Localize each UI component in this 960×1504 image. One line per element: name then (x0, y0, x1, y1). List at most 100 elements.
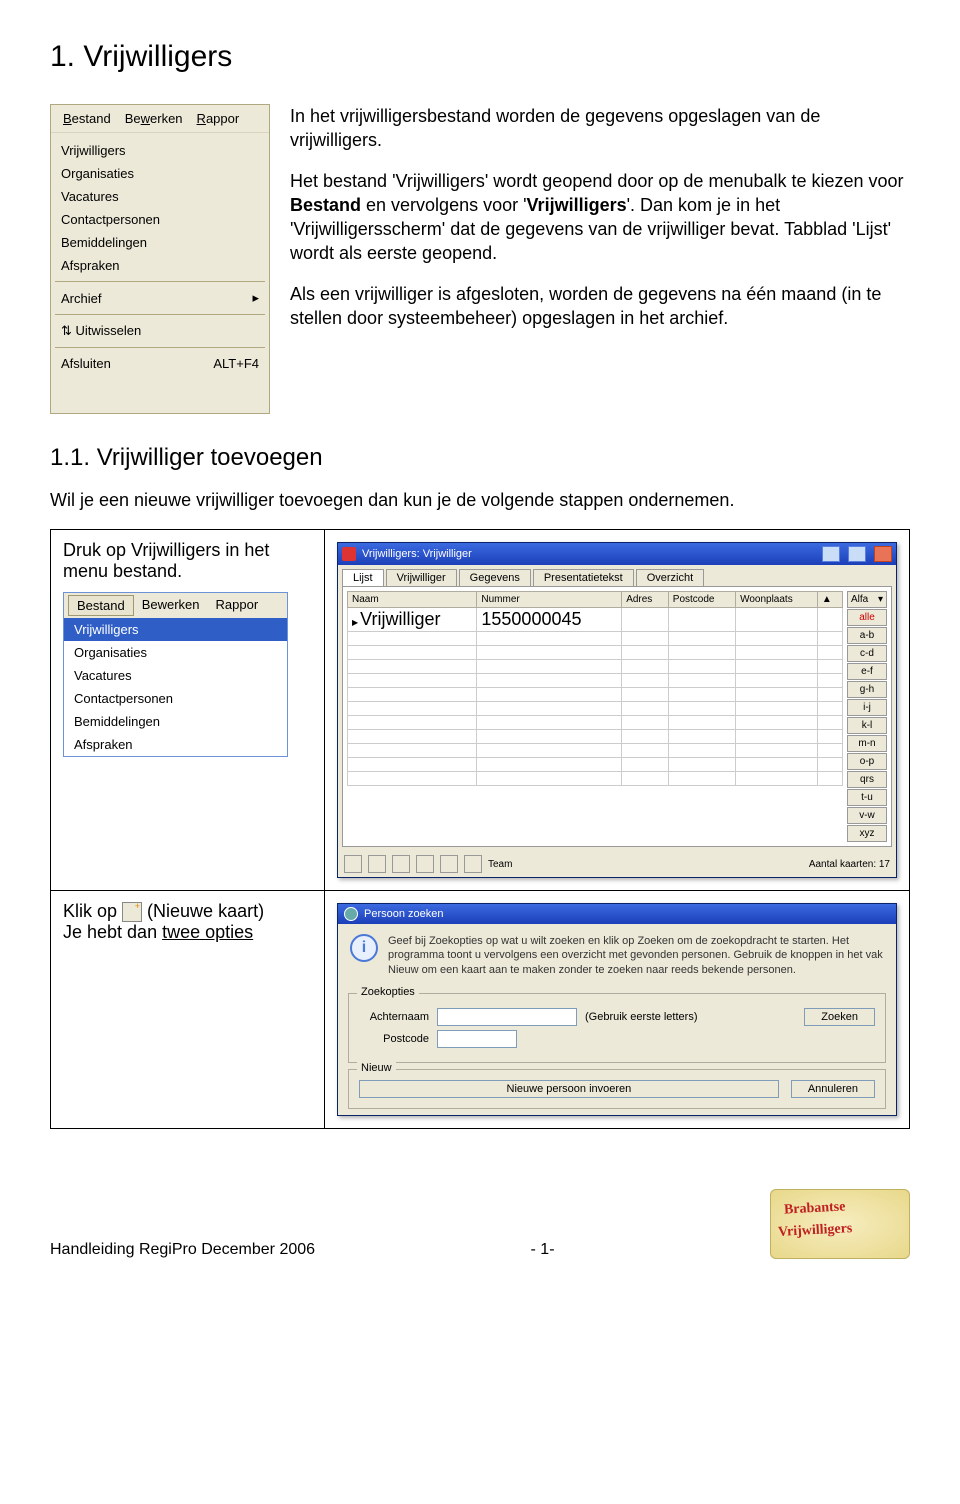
alfa-ij[interactable]: i-j (847, 699, 887, 716)
col-adres[interactable]: Adres (622, 592, 669, 608)
tab-gegevens[interactable]: Gegevens (459, 569, 531, 586)
step2-left: Klik op (Nieuwe kaart) Je hebt dan twee … (51, 891, 325, 1129)
tab-presentatietekst[interactable]: Presentatietekst (533, 569, 634, 586)
postcode-label: Postcode (359, 1033, 429, 1045)
toolbar-team-icon[interactable] (464, 855, 482, 873)
tab-lijst[interactable]: Lijst (342, 569, 384, 586)
menu-item-vrijwilligers[interactable]: Vrijwilligers (59, 139, 261, 162)
step1-right: Vrijwilligers: Vrijwilliger Lijst Vrijwi… (325, 530, 910, 891)
steps-table: Druk op Vrijwilligers in het menu bestan… (50, 529, 910, 1129)
mini-item-bemiddelingen[interactable]: Bemiddelingen (64, 710, 287, 733)
info-text: Geef bij Zoekopties op wat u wilt zoeken… (388, 934, 884, 977)
step2-pre: Klik op (63, 901, 122, 921)
tab-overzicht[interactable]: Overzicht (636, 569, 704, 586)
zoekopties-group: Zoekopties Achternaam (Gebruik eerste le… (348, 993, 886, 1063)
toolbar-btn5[interactable] (440, 855, 458, 873)
mini-item-vacatures[interactable]: Vacatures (64, 664, 287, 687)
toolbar-btn2[interactable] (368, 855, 386, 873)
mini-item-afspraken[interactable]: Afspraken (64, 733, 287, 756)
mini-bar-rappor[interactable]: Rappor (208, 595, 267, 616)
alfa-alle[interactable]: alle (847, 609, 887, 626)
toolbar-btn4[interactable] (416, 855, 434, 873)
afsluiten-shortcut: ALT+F4 (213, 356, 259, 371)
menu-item-bemiddelingen[interactable]: Bemiddelingen (59, 231, 261, 254)
menu-screenshot: Bestand Bewerken Rappor Vrijwilligers Or… (50, 104, 270, 414)
grid: Naam Nummer Adres Postcode Woonplaats ▲ … (347, 591, 843, 842)
mini-item-contactpersonen[interactable]: Contactpersonen (64, 687, 287, 710)
hint-text: (Gebruik eerste letters) (585, 1011, 796, 1023)
menu-item-archief[interactable]: Archief ▸ (59, 286, 261, 310)
nieuw-legend: Nieuw (357, 1062, 396, 1074)
alfa-ab[interactable]: a-b (847, 627, 887, 644)
alfa-xyz[interactable]: xyz (847, 825, 887, 842)
annuleren-button[interactable]: Annuleren (791, 1080, 875, 1098)
table-row[interactable]: Vrijwilliger 1550000045 (348, 608, 843, 632)
menu-item-organisaties[interactable]: Organisaties (59, 162, 261, 185)
menu-item-uitwisselen[interactable]: ⇅ Uitwisselen (59, 319, 261, 343)
archief-label: Archief (61, 291, 101, 306)
achternaam-input[interactable] (437, 1008, 577, 1026)
step2-mid: (Nieuwe kaart) (147, 901, 264, 921)
sub-heading: 1.1. Vrijwilliger toevoegen (50, 444, 910, 472)
alfa-kl[interactable]: k-l (847, 717, 887, 734)
nieuwe-persoon-button[interactable]: Nieuwe persoon invoeren (359, 1080, 779, 1098)
nieuw-group: Nieuw Nieuwe persoon invoeren Annuleren (348, 1069, 886, 1109)
footer-page: - 1- (531, 1241, 555, 1259)
step1-left: Druk op Vrijwilligers in het menu bestan… (51, 530, 325, 891)
uitwisselen-label: Uitwisselen (76, 323, 142, 338)
zoeken-button[interactable]: Zoeken (804, 1008, 875, 1026)
alfa-gh[interactable]: g-h (847, 681, 887, 698)
col-naam[interactable]: Naam (348, 592, 477, 608)
col-nummer[interactable]: Nummer (477, 592, 622, 608)
menu-item-contactpersonen[interactable]: Contactpersonen (59, 208, 261, 231)
info-icon: i (350, 934, 378, 962)
intro-text: In het vrijwilligersbestand worden de ge… (290, 104, 910, 414)
mini-bar-bewerken[interactable]: Bewerken (134, 595, 208, 616)
cell-naam: Vrijwilliger (348, 608, 477, 632)
footer-left: Handleiding RegiPro December 2006 (50, 1241, 315, 1259)
minimize-button[interactable] (822, 546, 840, 562)
step2-right: Persoon zoeken i Geef bij Zoekopties op … (325, 891, 910, 1129)
new-card-icon (122, 902, 142, 922)
alfa-op[interactable]: o-p (847, 753, 887, 770)
afsluiten-label: Afsluiten (61, 356, 111, 371)
alfa-filter: Alfa▾ alle a-b c-d e-f g-h i-j k-l m-n o… (847, 591, 887, 842)
alfa-mn[interactable]: m-n (847, 735, 887, 752)
alfa-header[interactable]: Alfa▾ (847, 591, 887, 608)
dialog-title: Persoon zoeken (364, 908, 444, 920)
mini-item-organisaties[interactable]: Organisaties (64, 641, 287, 664)
footer-logo: Brabantse Vrijwilligers (770, 1189, 910, 1259)
col-sort-icon[interactable]: ▲ (817, 592, 842, 608)
mini-bar-bestand[interactable]: Bestand (68, 595, 134, 616)
aantal-kaarten: Aantal kaarten: 17 (809, 859, 890, 870)
col-postcode[interactable]: Postcode (668, 592, 735, 608)
cell-nummer: 1550000045 (477, 608, 622, 632)
tab-vrijwilliger[interactable]: Vrijwilliger (386, 569, 457, 586)
alfa-tu[interactable]: t-u (847, 789, 887, 806)
alfa-vw[interactable]: v-w (847, 807, 887, 824)
toolbar-new-card-icon[interactable] (344, 855, 362, 873)
page-heading: 1. Vrijwilligers (50, 40, 910, 74)
toolbar-team-label: Team (488, 859, 512, 870)
alfa-qrs[interactable]: qrs (847, 771, 887, 788)
alfa-cd[interactable]: c-d (847, 645, 887, 662)
maximize-button[interactable] (848, 546, 866, 562)
alfa-ef[interactable]: e-f (847, 663, 887, 680)
postcode-input[interactable] (437, 1030, 517, 1048)
window-title: Vrijwilligers: Vrijwilliger (362, 548, 472, 560)
achternaam-label: Achternaam (359, 1011, 429, 1023)
menu-bar-bewerken[interactable]: Bewerken (119, 109, 189, 128)
menu-item-afsluiten[interactable]: Afsluiten ALT+F4 (59, 352, 261, 375)
close-button[interactable] (874, 546, 892, 562)
toolbar-btn3[interactable] (392, 855, 410, 873)
mini-item-vrijwilligers[interactable]: Vrijwilligers (64, 618, 287, 641)
menu-bar-rappor[interactable]: Rappor (191, 109, 246, 128)
step1-text: Druk op Vrijwilligers in het menu bestan… (63, 540, 312, 582)
chevron-down-icon: ▾ (878, 594, 883, 605)
menu-item-afspraken[interactable]: Afspraken (59, 254, 261, 277)
menu-item-vacatures[interactable]: Vacatures (59, 185, 261, 208)
menu-bar-bestand[interactable]: Bestand (57, 109, 117, 128)
col-woonplaats[interactable]: Woonplaats (736, 592, 818, 608)
dialog-icon (344, 907, 358, 921)
app-icon (342, 547, 356, 561)
